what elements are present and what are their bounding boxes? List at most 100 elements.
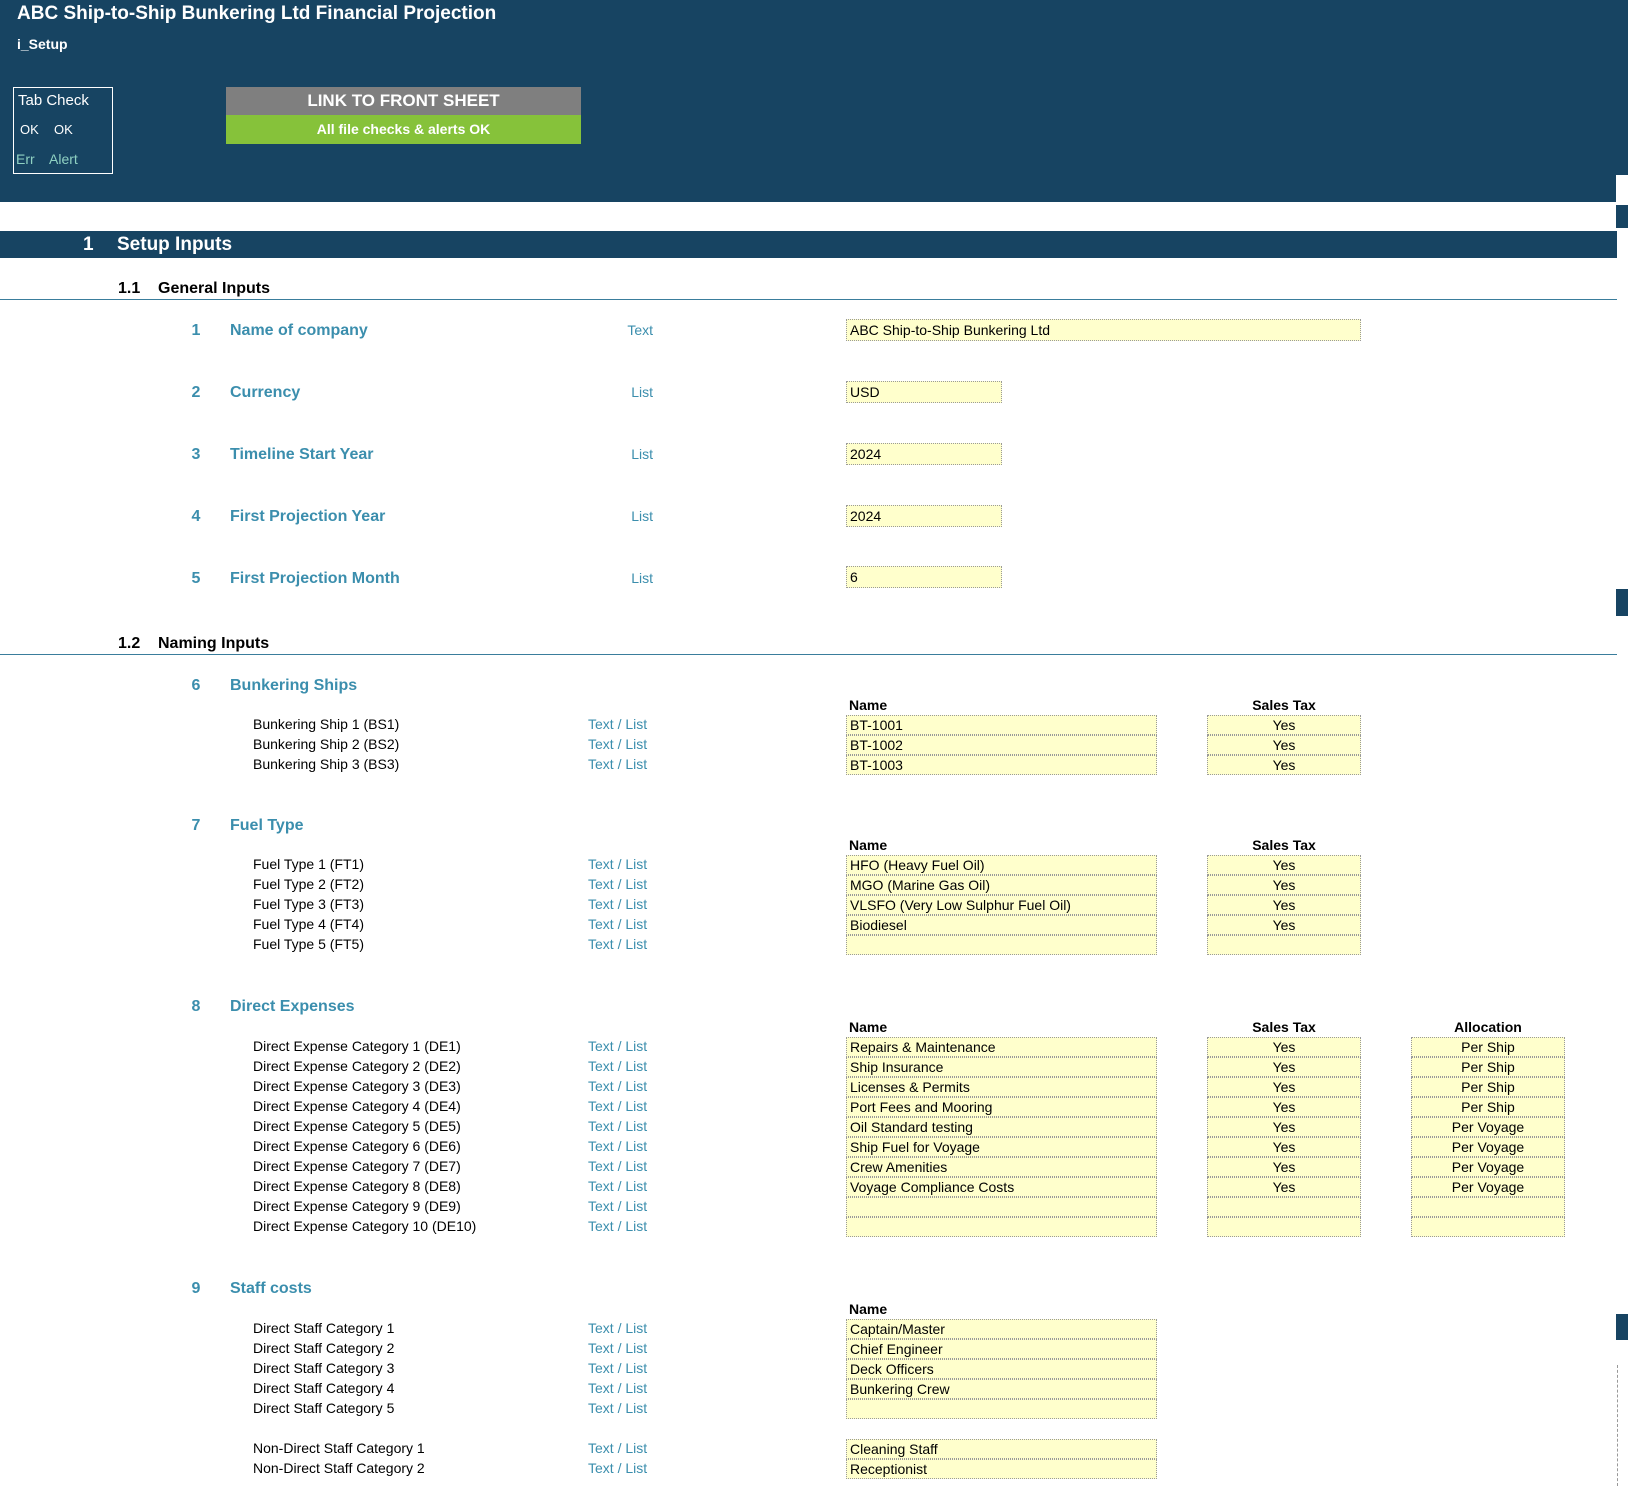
expense-name-cell[interactable]: Ship Fuel for Voyage [846,1137,1157,1157]
staff-name-cell[interactable]: Captain/Master [846,1319,1157,1339]
ship-sales-tax-cell[interactable]: Yes [1207,755,1361,775]
expense-sales-tax-cell[interactable]: Yes [1207,1057,1361,1077]
expense-sales-tax-cell[interactable] [1207,1197,1361,1217]
row-type: Text / List [588,936,648,952]
row-type: Text / List [588,876,648,892]
fuel-name-cell[interactable]: MGO (Marine Gas Oil) [846,875,1157,895]
file-checks-status: All file checks & alerts OK [226,115,581,144]
fuel-name-cell[interactable] [846,935,1157,955]
row-label: Direct Staff Category 2 [253,1340,395,1356]
expense-allocation-cell[interactable]: Per Voyage [1411,1177,1565,1197]
row-type: Text / List [588,1058,648,1074]
expense-name-cell[interactable]: Repairs & Maintenance [846,1037,1157,1057]
row-label: Direct Expense Category 6 (DE6) [253,1138,461,1154]
expense-name-cell[interactable]: Port Fees and Mooring [846,1097,1157,1117]
expense-allocation-cell[interactable]: Per Ship [1411,1037,1565,1057]
row-label: Direct Expense Category 7 (DE7) [253,1158,461,1174]
expense-sales-tax-cell[interactable]: Yes [1207,1077,1361,1097]
expense-sales-tax-cell[interactable]: Yes [1207,1177,1361,1197]
company-name-input[interactable]: ABC Ship-to-Ship Bunkering Ltd [846,319,1361,341]
expense-sales-tax-cell[interactable]: Yes [1207,1097,1361,1117]
fuel-sales-tax-cell[interactable]: Yes [1207,895,1361,915]
row-label: Fuel Type 3 (FT3) [253,896,365,912]
expense-allocation-cell[interactable]: Per Ship [1411,1077,1565,1097]
input-label-currency: Currency [230,384,301,401]
row-type: Text / List [588,1118,648,1134]
row-type: Text / List [588,756,648,772]
fuel-name-cell[interactable]: HFO (Heavy Fuel Oil) [846,855,1157,875]
staff-name-cell[interactable]: Deck Officers [846,1359,1157,1379]
input-number: 3 [191,446,201,463]
input-type: List [631,570,653,586]
input-number: 9 [191,1280,201,1297]
staff-name-cell[interactable]: Chief Engineer [846,1339,1157,1359]
link-to-front-sheet-button[interactable]: LINK TO FRONT SHEET [226,87,581,115]
expense-sales-tax-cell[interactable] [1207,1217,1361,1237]
expense-allocation-cell[interactable]: Per Voyage [1411,1157,1565,1177]
row-label: Direct Expense Category 5 (DE5) [253,1118,461,1134]
expense-name-cell[interactable]: Voyage Compliance Costs [846,1177,1157,1197]
expense-sales-tax-cell[interactable]: Yes [1207,1137,1361,1157]
staff-name-cell[interactable]: Cleaning Staff [846,1439,1157,1459]
input-number: 2 [191,384,201,401]
column-header-allocation: Allocation [1454,1019,1522,1035]
expense-allocation-cell[interactable] [1411,1217,1565,1237]
row-label: Fuel Type 5 (FT5) [253,936,365,952]
first-projection-month-select[interactable]: 6 [846,566,1002,588]
ship-name-cell[interactable]: BT-1003 [846,755,1157,775]
fuel-sales-tax-cell[interactable]: Yes [1207,875,1361,895]
section-number: 1 [83,234,94,255]
input-label-first-projection-year: First Projection Year [230,508,386,525]
row-type: Text / List [588,1400,648,1416]
input-type: List [631,446,653,462]
expense-allocation-cell[interactable]: Per Voyage [1411,1117,1565,1137]
currency-select[interactable]: USD [846,381,1002,403]
row-type: Text / List [588,856,648,872]
fuel-name-cell[interactable]: Biodiesel [846,915,1157,935]
tab-check-alert-label: Alert [49,151,78,167]
input-type: Text [627,322,653,338]
fuel-sales-tax-cell[interactable] [1207,935,1361,955]
expense-sales-tax-cell[interactable]: Yes [1207,1117,1361,1137]
ship-name-cell[interactable]: BT-1001 [846,715,1157,735]
expense-name-cell[interactable]: Ship Insurance [846,1057,1157,1077]
row-type: Text / List [588,1078,648,1094]
expense-allocation-cell[interactable]: Per Ship [1411,1097,1565,1117]
group-title-staff-costs: Staff costs [230,1280,312,1297]
expense-name-cell[interactable]: Licenses & Permits [846,1077,1157,1097]
row-type: Text / List [588,896,648,912]
first-projection-year-select[interactable]: 2024 [846,505,1002,527]
row-type: Text / List [588,1320,648,1336]
row-label: Direct Expense Category 10 (DE10) [253,1218,477,1234]
row-label: Direct Expense Category 8 (DE8) [253,1178,461,1194]
expense-name-cell[interactable]: Crew Amenities [846,1157,1157,1177]
row-type: Text / List [588,1178,648,1194]
timeline-start-year-select[interactable]: 2024 [846,443,1002,465]
staff-name-cell[interactable]: Bunkering Crew [846,1379,1157,1399]
column-header-sales-tax: Sales Tax [1252,1019,1316,1035]
staff-name-cell[interactable] [846,1399,1157,1419]
subsection-number-general: 1.1 [118,280,141,297]
subsection-title-general: General Inputs [158,280,271,297]
row-type: Text / List [588,1380,648,1396]
tab-check-box: Tab Check OK OK Err Alert [13,87,113,174]
ship-sales-tax-cell[interactable]: Yes [1207,715,1361,735]
staff-name-cell[interactable]: Receptionist [846,1459,1157,1479]
expense-allocation-cell[interactable]: Per Ship [1411,1057,1565,1077]
expense-allocation-cell[interactable]: Per Voyage [1411,1137,1565,1157]
expense-sales-tax-cell[interactable]: Yes [1207,1037,1361,1057]
ship-name-cell[interactable]: BT-1002 [846,735,1157,755]
workbook-title: ABC Ship-to-Ship Bunkering Ltd Financial… [17,3,497,24]
expense-name-cell[interactable] [846,1217,1157,1237]
tab-check-title: Tab Check [18,92,89,109]
expense-allocation-cell[interactable] [1411,1197,1565,1217]
ship-sales-tax-cell[interactable]: Yes [1207,735,1361,755]
sheet-name: i_Setup [17,36,68,52]
expense-sales-tax-cell[interactable]: Yes [1207,1157,1361,1177]
fuel-sales-tax-cell[interactable]: Yes [1207,915,1361,935]
row-label: Direct Staff Category 5 [253,1400,395,1416]
expense-name-cell[interactable]: Oil Standard testing [846,1117,1157,1137]
expense-name-cell[interactable] [846,1197,1157,1217]
fuel-name-cell[interactable]: VLSFO (Very Low Sulphur Fuel Oil) [846,895,1157,915]
fuel-sales-tax-cell[interactable]: Yes [1207,855,1361,875]
